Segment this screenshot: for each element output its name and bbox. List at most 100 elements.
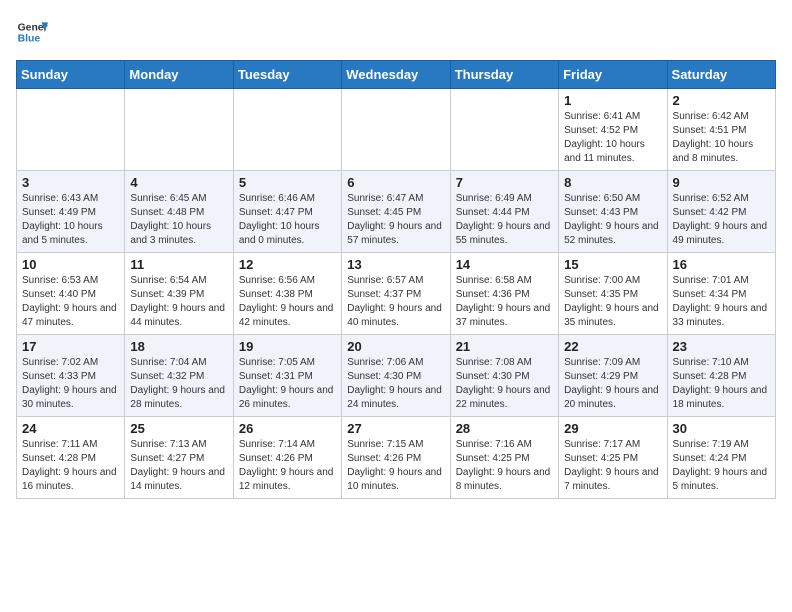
day-number: 10	[22, 257, 119, 272]
calendar-cell: 21 Sunrise: 7:08 AM Sunset: 4:30 PM Dayli…	[450, 335, 558, 417]
day-number: 15	[564, 257, 661, 272]
calendar-cell: 19 Sunrise: 7:05 AM Sunset: 4:31 PM Dayli…	[233, 335, 341, 417]
calendar-cell: 23 Sunrise: 7:10 AM Sunset: 4:28 PM Dayli…	[667, 335, 775, 417]
calendar-cell: 26Sunrise: 7:14 AM Sunset: 4:26 PM Dayli…	[233, 417, 341, 499]
calendar-cell: 4 Sunrise: 6:45 AM Sunset: 4:48 PM Daylig…	[125, 171, 233, 253]
calendar-cell: 5 Sunrise: 6:46 AM Sunset: 4:47 PM Daylig…	[233, 171, 341, 253]
day-info: Sunrise: 6:53 AM Sunset: 4:40 PM Dayligh…	[22, 274, 119, 330]
day-number: 2	[673, 93, 770, 108]
calendar-cell: 20 Sunrise: 7:06 AM Sunset: 4:30 PM Dayli…	[342, 335, 450, 417]
day-info: Sunrise: 6:52 AM Sunset: 4:42 PM Dayligh…	[673, 192, 770, 248]
calendar-cell: 14 Sunrise: 6:58 AM Sunset: 4:36 PM Dayli…	[450, 253, 558, 335]
day-info: Sunrise: 7:13 AM Sunset: 4:27 PM Dayligh…	[130, 438, 227, 494]
weekday-header-tuesday: Tuesday	[233, 61, 341, 89]
calendar-cell: 13 Sunrise: 6:57 AM Sunset: 4:37 PM Dayli…	[342, 253, 450, 335]
day-number: 9	[673, 175, 770, 190]
day-info: Sunrise: 7:14 AM Sunset: 4:26 PM Dayligh…	[239, 438, 336, 494]
weekday-header-saturday: Saturday	[667, 61, 775, 89]
day-info: Sunrise: 7:04 AM Sunset: 4:32 PM Dayligh…	[130, 356, 227, 412]
day-info: Sunrise: 6:45 AM Sunset: 4:48 PM Dayligh…	[130, 192, 227, 248]
day-info: Sunrise: 6:50 AM Sunset: 4:43 PM Dayligh…	[564, 192, 661, 248]
day-number: 4	[130, 175, 227, 190]
day-info: Sunrise: 6:42 AM Sunset: 4:51 PM Dayligh…	[673, 110, 770, 166]
day-info: Sunrise: 7:08 AM Sunset: 4:30 PM Dayligh…	[456, 356, 553, 412]
day-number: 7	[456, 175, 553, 190]
calendar-cell: 12 Sunrise: 6:56 AM Sunset: 4:38 PM Dayli…	[233, 253, 341, 335]
day-number: 28	[456, 421, 553, 436]
day-info: Sunrise: 6:58 AM Sunset: 4:36 PM Dayligh…	[456, 274, 553, 330]
calendar-cell	[233, 89, 341, 171]
logo-icon: General Blue	[16, 16, 48, 48]
calendar-cell: 17 Sunrise: 7:02 AM Sunset: 4:33 PM Dayli…	[17, 335, 125, 417]
calendar-table: SundayMondayTuesdayWednesdayThursdayFrid…	[16, 60, 776, 499]
day-number: 22	[564, 339, 661, 354]
calendar-cell: 22Sunrise: 7:09 AM Sunset: 4:29 PM Dayli…	[559, 335, 667, 417]
day-info: Sunrise: 6:49 AM Sunset: 4:44 PM Dayligh…	[456, 192, 553, 248]
day-info: Sunrise: 7:06 AM Sunset: 4:30 PM Dayligh…	[347, 356, 444, 412]
calendar-cell: 30 Sunrise: 7:19 AM Sunset: 4:24 PM Dayli…	[667, 417, 775, 499]
weekday-header-friday: Friday	[559, 61, 667, 89]
day-info: Sunrise: 7:11 AM Sunset: 4:28 PM Dayligh…	[22, 438, 119, 494]
day-info: Sunrise: 7:19 AM Sunset: 4:24 PM Dayligh…	[673, 438, 770, 494]
day-info: Sunrise: 7:05 AM Sunset: 4:31 PM Dayligh…	[239, 356, 336, 412]
day-number: 13	[347, 257, 444, 272]
svg-text:Blue: Blue	[18, 34, 41, 45]
day-number: 24	[22, 421, 119, 436]
calendar-cell: 9 Sunrise: 6:52 AM Sunset: 4:42 PM Daylig…	[667, 171, 775, 253]
calendar-cell: 7 Sunrise: 6:49 AM Sunset: 4:44 PM Daylig…	[450, 171, 558, 253]
day-number: 17	[22, 339, 119, 354]
calendar-cell	[342, 89, 450, 171]
calendar-cell: 16Sunrise: 7:01 AM Sunset: 4:34 PM Dayli…	[667, 253, 775, 335]
calendar-cell: 1 Sunrise: 6:41 AM Sunset: 4:52 PM Daylig…	[559, 89, 667, 171]
calendar-cell: 15 Sunrise: 7:00 AM Sunset: 4:35 PM Dayli…	[559, 253, 667, 335]
day-number: 3	[22, 175, 119, 190]
day-info: Sunrise: 7:00 AM Sunset: 4:35 PM Dayligh…	[564, 274, 661, 330]
day-number: 1	[564, 93, 661, 108]
day-info: Sunrise: 7:02 AM Sunset: 4:33 PM Dayligh…	[22, 356, 119, 412]
day-number: 18	[130, 339, 227, 354]
day-number: 8	[564, 175, 661, 190]
day-info: Sunrise: 6:56 AM Sunset: 4:38 PM Dayligh…	[239, 274, 336, 330]
weekday-header-monday: Monday	[125, 61, 233, 89]
calendar-cell: 6 Sunrise: 6:47 AM Sunset: 4:45 PM Daylig…	[342, 171, 450, 253]
calendar-cell	[125, 89, 233, 171]
calendar-cell: 8 Sunrise: 6:50 AM Sunset: 4:43 PM Daylig…	[559, 171, 667, 253]
calendar-cell: 27 Sunrise: 7:15 AM Sunset: 4:26 PM Dayli…	[342, 417, 450, 499]
day-info: Sunrise: 6:57 AM Sunset: 4:37 PM Dayligh…	[347, 274, 444, 330]
day-info: Sunrise: 6:46 AM Sunset: 4:47 PM Dayligh…	[239, 192, 336, 248]
weekday-header-thursday: Thursday	[450, 61, 558, 89]
calendar-cell: 11 Sunrise: 6:54 AM Sunset: 4:39 PM Dayli…	[125, 253, 233, 335]
day-number: 6	[347, 175, 444, 190]
day-number: 27	[347, 421, 444, 436]
day-info: Sunrise: 6:41 AM Sunset: 4:52 PM Dayligh…	[564, 110, 661, 166]
calendar-cell: 28 Sunrise: 7:16 AM Sunset: 4:25 PM Dayli…	[450, 417, 558, 499]
day-number: 20	[347, 339, 444, 354]
calendar-cell	[450, 89, 558, 171]
day-number: 29	[564, 421, 661, 436]
day-number: 16	[673, 257, 770, 272]
day-number: 14	[456, 257, 553, 272]
day-info: Sunrise: 6:54 AM Sunset: 4:39 PM Dayligh…	[130, 274, 227, 330]
day-info: Sunrise: 7:17 AM Sunset: 4:25 PM Dayligh…	[564, 438, 661, 494]
calendar-cell: 29 Sunrise: 7:17 AM Sunset: 4:25 PM Dayli…	[559, 417, 667, 499]
day-info: Sunrise: 7:16 AM Sunset: 4:25 PM Dayligh…	[456, 438, 553, 494]
calendar-cell: 18 Sunrise: 7:04 AM Sunset: 4:32 PM Dayli…	[125, 335, 233, 417]
day-number: 23	[673, 339, 770, 354]
logo: General Blue	[16, 16, 48, 48]
day-number: 30	[673, 421, 770, 436]
day-info: Sunrise: 7:10 AM Sunset: 4:28 PM Dayligh…	[673, 356, 770, 412]
day-info: Sunrise: 6:47 AM Sunset: 4:45 PM Dayligh…	[347, 192, 444, 248]
day-number: 21	[456, 339, 553, 354]
day-number: 25	[130, 421, 227, 436]
day-number: 19	[239, 339, 336, 354]
weekday-header-wednesday: Wednesday	[342, 61, 450, 89]
day-number: 12	[239, 257, 336, 272]
weekday-header-sunday: Sunday	[17, 61, 125, 89]
day-number: 5	[239, 175, 336, 190]
day-info: Sunrise: 7:15 AM Sunset: 4:26 PM Dayligh…	[347, 438, 444, 494]
day-number: 11	[130, 257, 227, 272]
calendar-cell	[17, 89, 125, 171]
day-info: Sunrise: 6:43 AM Sunset: 4:49 PM Dayligh…	[22, 192, 119, 248]
header: General Blue	[16, 16, 776, 48]
calendar-cell: 24 Sunrise: 7:11 AM Sunset: 4:28 PM Dayli…	[17, 417, 125, 499]
